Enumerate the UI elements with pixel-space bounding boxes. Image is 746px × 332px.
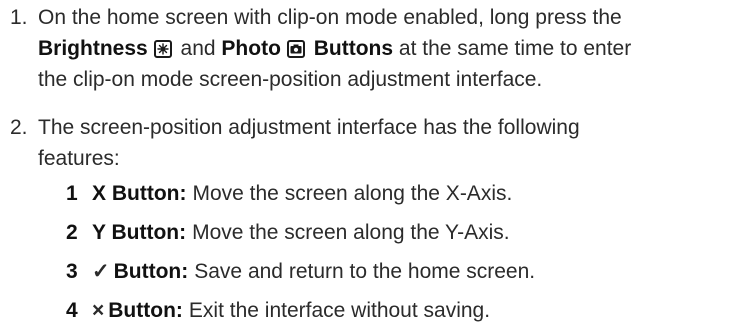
feature-number: 1: [66, 182, 78, 205]
step-body: On the home screen with clip-on mode ena…: [38, 2, 732, 95]
feature-label: Y Button:: [92, 221, 187, 244]
feature-label: Button:: [113, 260, 189, 283]
feature-text: X Button: Move the screen along the X-Axi…: [92, 178, 512, 209]
feature-number: 4: [66, 299, 78, 322]
checkmark-icon: ✓: [92, 260, 110, 283]
step-2-line-1: The screen-position adjustment interface…: [38, 116, 580, 139]
feature-text: × Button: Exit the interface without savin…: [92, 295, 490, 326]
step-1-line-2: Brightness and Photo Buttons at the same…: [38, 33, 732, 64]
step-number: 2.: [10, 116, 28, 139]
step-body: The screen-position adjustment interface…: [38, 112, 732, 174]
brightness-label: Brightness: [38, 37, 148, 60]
camera-icon: [286, 40, 305, 58]
step-1-line-3: the clip-on mode screen-position adjustm…: [38, 68, 543, 91]
instructions-page: 1. On the home screen with clip-on mode …: [0, 0, 746, 332]
feature-number: 3: [66, 260, 78, 283]
feature-description: Save and return to the home screen.: [194, 260, 536, 283]
photo-label: Photo: [221, 37, 281, 60]
step-number: 1.: [10, 6, 28, 29]
feature-number: 2: [66, 221, 78, 244]
feature-description: Move the screen along the X-Axis.: [192, 182, 513, 205]
feature-description: Exit the interface without saving.: [188, 299, 491, 322]
step-2-line-2: features:: [38, 147, 120, 170]
buttons-label: Buttons: [313, 37, 394, 60]
close-icon: ×: [92, 299, 105, 322]
feature-label: X Button:: [92, 182, 187, 205]
feature-text: Y Button: Move the screen along the Y-Axi…: [92, 217, 510, 248]
step-1-line-2-rest: at the same time to enter: [398, 37, 632, 60]
feature-text: ✓ Button: Save and return to the home scre…: [92, 256, 535, 287]
brightness-icon: [153, 40, 172, 58]
feature-label: Button:: [108, 299, 183, 322]
and-text: and: [180, 37, 216, 60]
step-1-line-1: On the home screen with clip-on mode ena…: [38, 6, 622, 29]
feature-description: Move the screen along the Y-Axis.: [192, 221, 510, 244]
